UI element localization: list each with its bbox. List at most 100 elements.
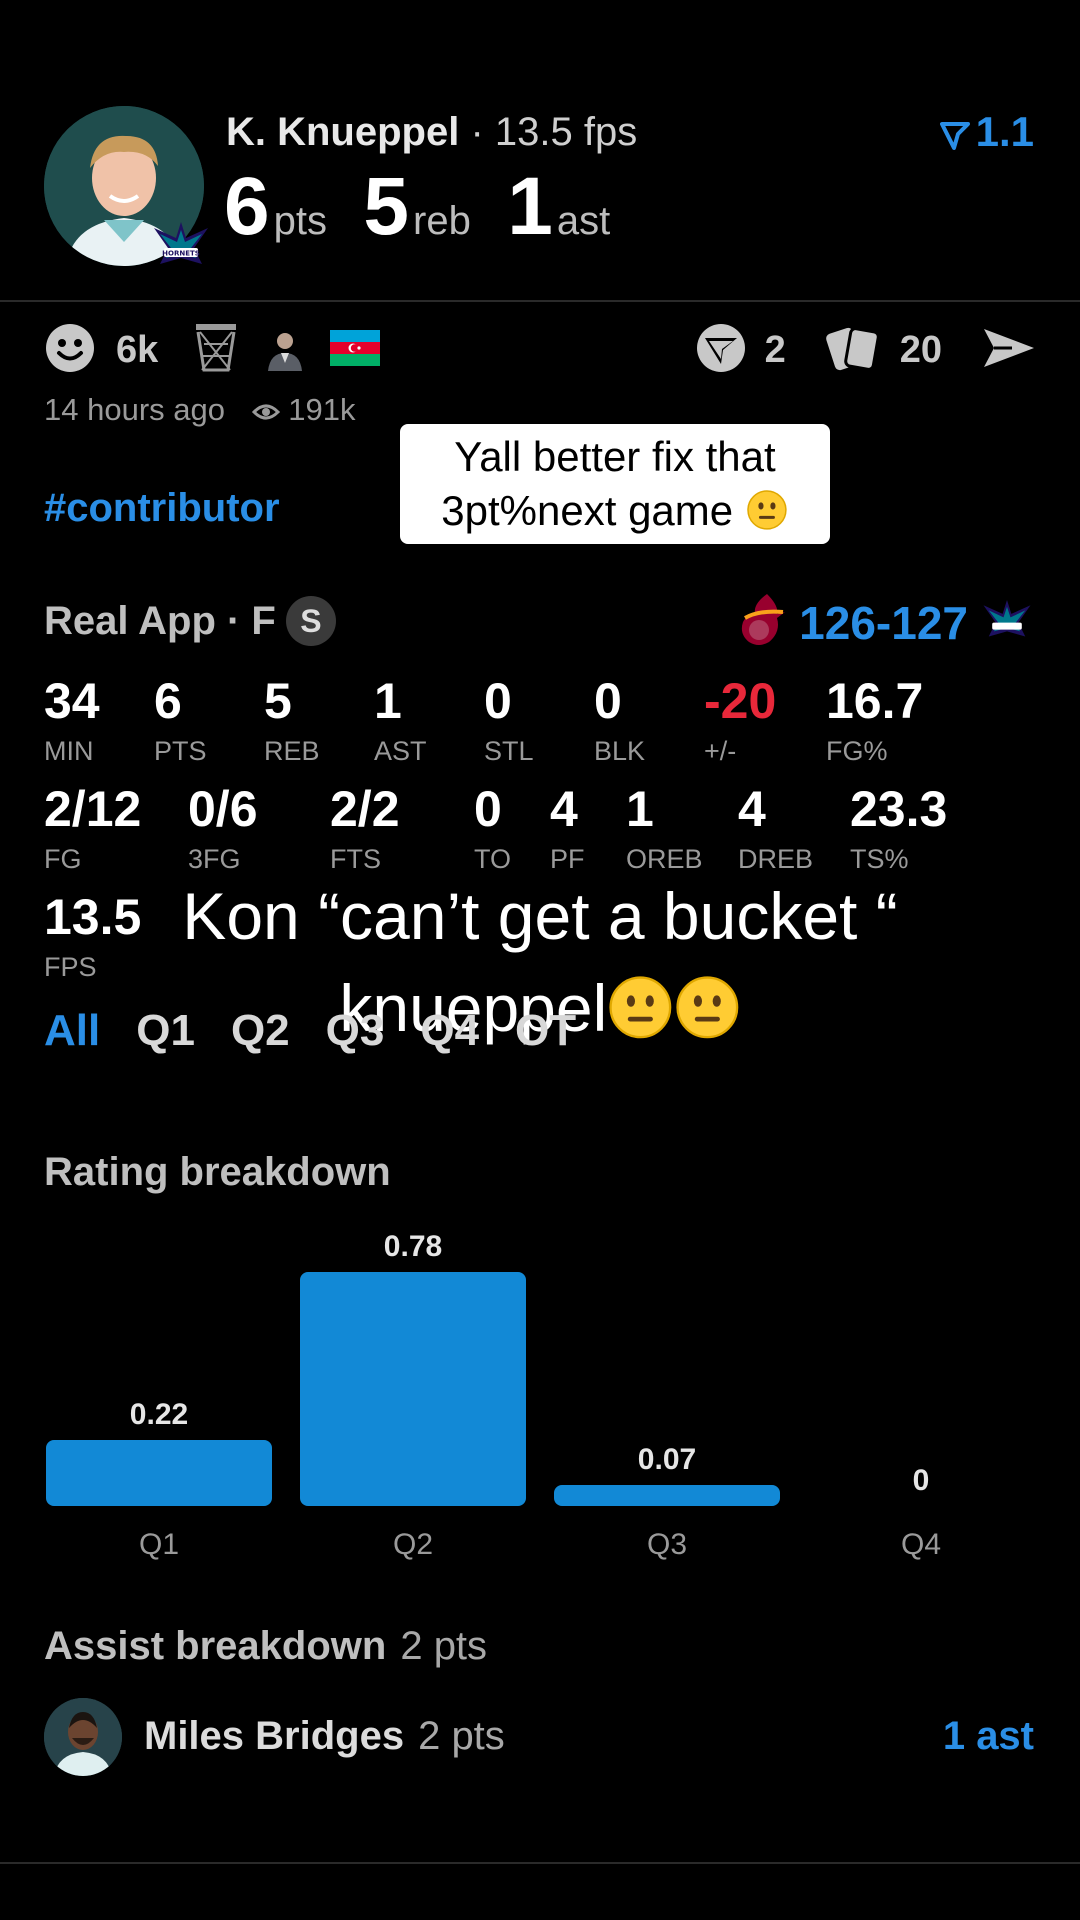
stat-value: 4 xyxy=(550,781,578,837)
assist-breakdown-header: Assist breakdown 2 pts xyxy=(44,1624,487,1669)
tab-ot[interactable]: OT xyxy=(515,1006,576,1056)
tick-label-q2: Q2 xyxy=(393,1528,433,1560)
tab-q2[interactable]: Q2 xyxy=(231,1006,290,1056)
stat-dreb: 4 DREB xyxy=(738,784,813,875)
heat-logo-icon xyxy=(737,592,787,653)
stat-pts: 6 PTS xyxy=(154,676,207,767)
tick-label-q4: Q4 xyxy=(901,1528,941,1560)
tab-q3[interactable]: Q3 xyxy=(326,1006,385,1056)
data-label-q4: 0 xyxy=(913,1464,930,1497)
tick-label-q3: Q3 xyxy=(647,1528,687,1560)
app-label: Real App · F xyxy=(44,598,276,643)
hornets-logo-icon: HORNETS xyxy=(150,214,212,276)
hornets-logo-small-icon xyxy=(980,596,1034,649)
hashtag-link[interactable]: #contributor xyxy=(44,486,280,531)
share-row: 2 20 xyxy=(695,322,1036,378)
assist-player-pts: 2 pts xyxy=(418,1714,505,1758)
bar-q2 xyxy=(300,1272,526,1506)
smiley-reaction-icon[interactable] xyxy=(44,322,96,379)
rating-arrow-icon xyxy=(939,122,970,150)
stat-label: MIN xyxy=(44,736,94,766)
divider xyxy=(0,1862,1080,1864)
stat-min: 34 MIN xyxy=(44,676,100,767)
stat-value: 2/12 xyxy=(44,781,142,837)
stat-label: BLK xyxy=(594,736,646,766)
stat-reb: 5 REB xyxy=(264,676,320,767)
tab-q4[interactable]: Q4 xyxy=(420,1006,479,1056)
neutral-face-emoji-icon xyxy=(747,490,787,530)
s-badge[interactable]: S xyxy=(285,596,336,646)
stat-value: 0 xyxy=(594,673,622,729)
send-icon[interactable] xyxy=(982,325,1036,376)
tab-all[interactable]: All xyxy=(44,1006,100,1056)
comment-line-1: Yall better fix that xyxy=(454,433,776,480)
tab-q1[interactable]: Q1 xyxy=(136,1006,195,1056)
svg-text:HORNETS: HORNETS xyxy=(162,250,200,258)
stat-pf: 4 PF xyxy=(550,784,585,875)
stat-fg: 2/12 FG xyxy=(44,784,141,875)
neutral-face-emoji-icon xyxy=(609,976,672,1039)
comments-count: 2 xyxy=(764,328,786,371)
data-label-q1: 0.22 xyxy=(130,1398,188,1431)
stat-label: FG% xyxy=(826,736,888,766)
player-name[interactable]: K. Knueppel xyxy=(226,110,459,154)
stat-3fg: 0/6 3FG xyxy=(188,784,258,875)
stat-label: +/- xyxy=(704,736,737,766)
assists-unit: ast xyxy=(556,199,611,243)
reactions-count: 6k xyxy=(116,328,159,371)
rating-badge[interactable]: 1.1 xyxy=(939,108,1034,156)
assist-player-avatar[interactable] xyxy=(44,1698,122,1776)
stat-value: 0/6 xyxy=(188,781,258,837)
stat-oreb: 1 OREB xyxy=(626,784,703,875)
bar-q1 xyxy=(46,1440,272,1506)
assists-value: 1 xyxy=(507,161,553,252)
tick-label-q1: Q1 xyxy=(139,1528,179,1560)
rating-breakdown-title: Rating breakdown xyxy=(44,1150,391,1194)
coach-reaction-icon[interactable] xyxy=(260,322,311,378)
stat-value: 16.7 xyxy=(826,673,924,729)
comment-icon[interactable] xyxy=(695,322,747,379)
views-count: 191k xyxy=(288,392,356,427)
points-unit: pts xyxy=(273,199,327,243)
game-status: Real App · F S xyxy=(44,596,336,646)
stat-value: 4 xyxy=(738,781,766,837)
caption-line-1: Kon “can’t get a bucket “ xyxy=(182,879,898,953)
time-ago: 14 hours ago xyxy=(44,392,225,427)
stat-value: 0 xyxy=(484,673,512,729)
stat-value: 34 xyxy=(44,673,100,729)
stat-blk: 0 BLK xyxy=(594,676,645,767)
assist-player-name: Miles Bridges xyxy=(144,1714,405,1758)
stat-label: REB xyxy=(264,736,320,766)
assist-count: 1 ast xyxy=(942,1714,1034,1758)
cards-count: 20 xyxy=(899,328,942,371)
rating-breakdown-chart: 0.22 Q1 0.78 Q2 0.07 Q3 0 Q4 xyxy=(46,1230,941,1560)
quarter-tabs: All Q1 Q2 Q3 Q4 OT xyxy=(44,1006,576,1056)
player-header-line: K. Knueppel · 13.5 fps xyxy=(226,110,637,155)
stat-value: 1 xyxy=(626,781,654,837)
stat-value: 1 xyxy=(374,673,402,729)
rebounds-unit: reb xyxy=(413,199,471,243)
game-score: 126-127 xyxy=(799,596,968,649)
stat-label: AST xyxy=(374,736,427,766)
score-line[interactable]: 126-127 xyxy=(737,592,1034,653)
basketball-hoop-icon[interactable] xyxy=(192,322,240,379)
points-value: 6 xyxy=(224,161,270,252)
stat-value: -20 xyxy=(704,673,777,729)
neutral-face-emoji-icon xyxy=(676,976,739,1039)
stat-fg: 16.7 FG% xyxy=(826,676,923,767)
post-meta: 14 hours ago 191k xyxy=(44,392,355,428)
comment-line-2: 3pt%next game xyxy=(441,487,734,534)
stat-ast: 1 AST xyxy=(374,676,427,767)
stat-value: 2/2 xyxy=(330,781,400,837)
assist-player-row[interactable]: Miles Bridges 2 pts xyxy=(144,1714,505,1759)
cards-icon[interactable] xyxy=(824,322,882,379)
comment-bubble: Yall better fix that 3pt%next game xyxy=(400,424,830,544)
stat-stl: 0 STL xyxy=(484,676,534,767)
bar-q3 xyxy=(554,1485,780,1506)
stat-ts: 23.3 TS% xyxy=(850,784,947,875)
stat-to: 0 TO xyxy=(474,784,511,875)
stat-fts: 2/2 FTS xyxy=(330,784,400,875)
azerbaijan-flag-icon[interactable] xyxy=(330,329,381,371)
rating-value: 1.1 xyxy=(975,108,1034,155)
rebounds-value: 5 xyxy=(363,161,410,252)
